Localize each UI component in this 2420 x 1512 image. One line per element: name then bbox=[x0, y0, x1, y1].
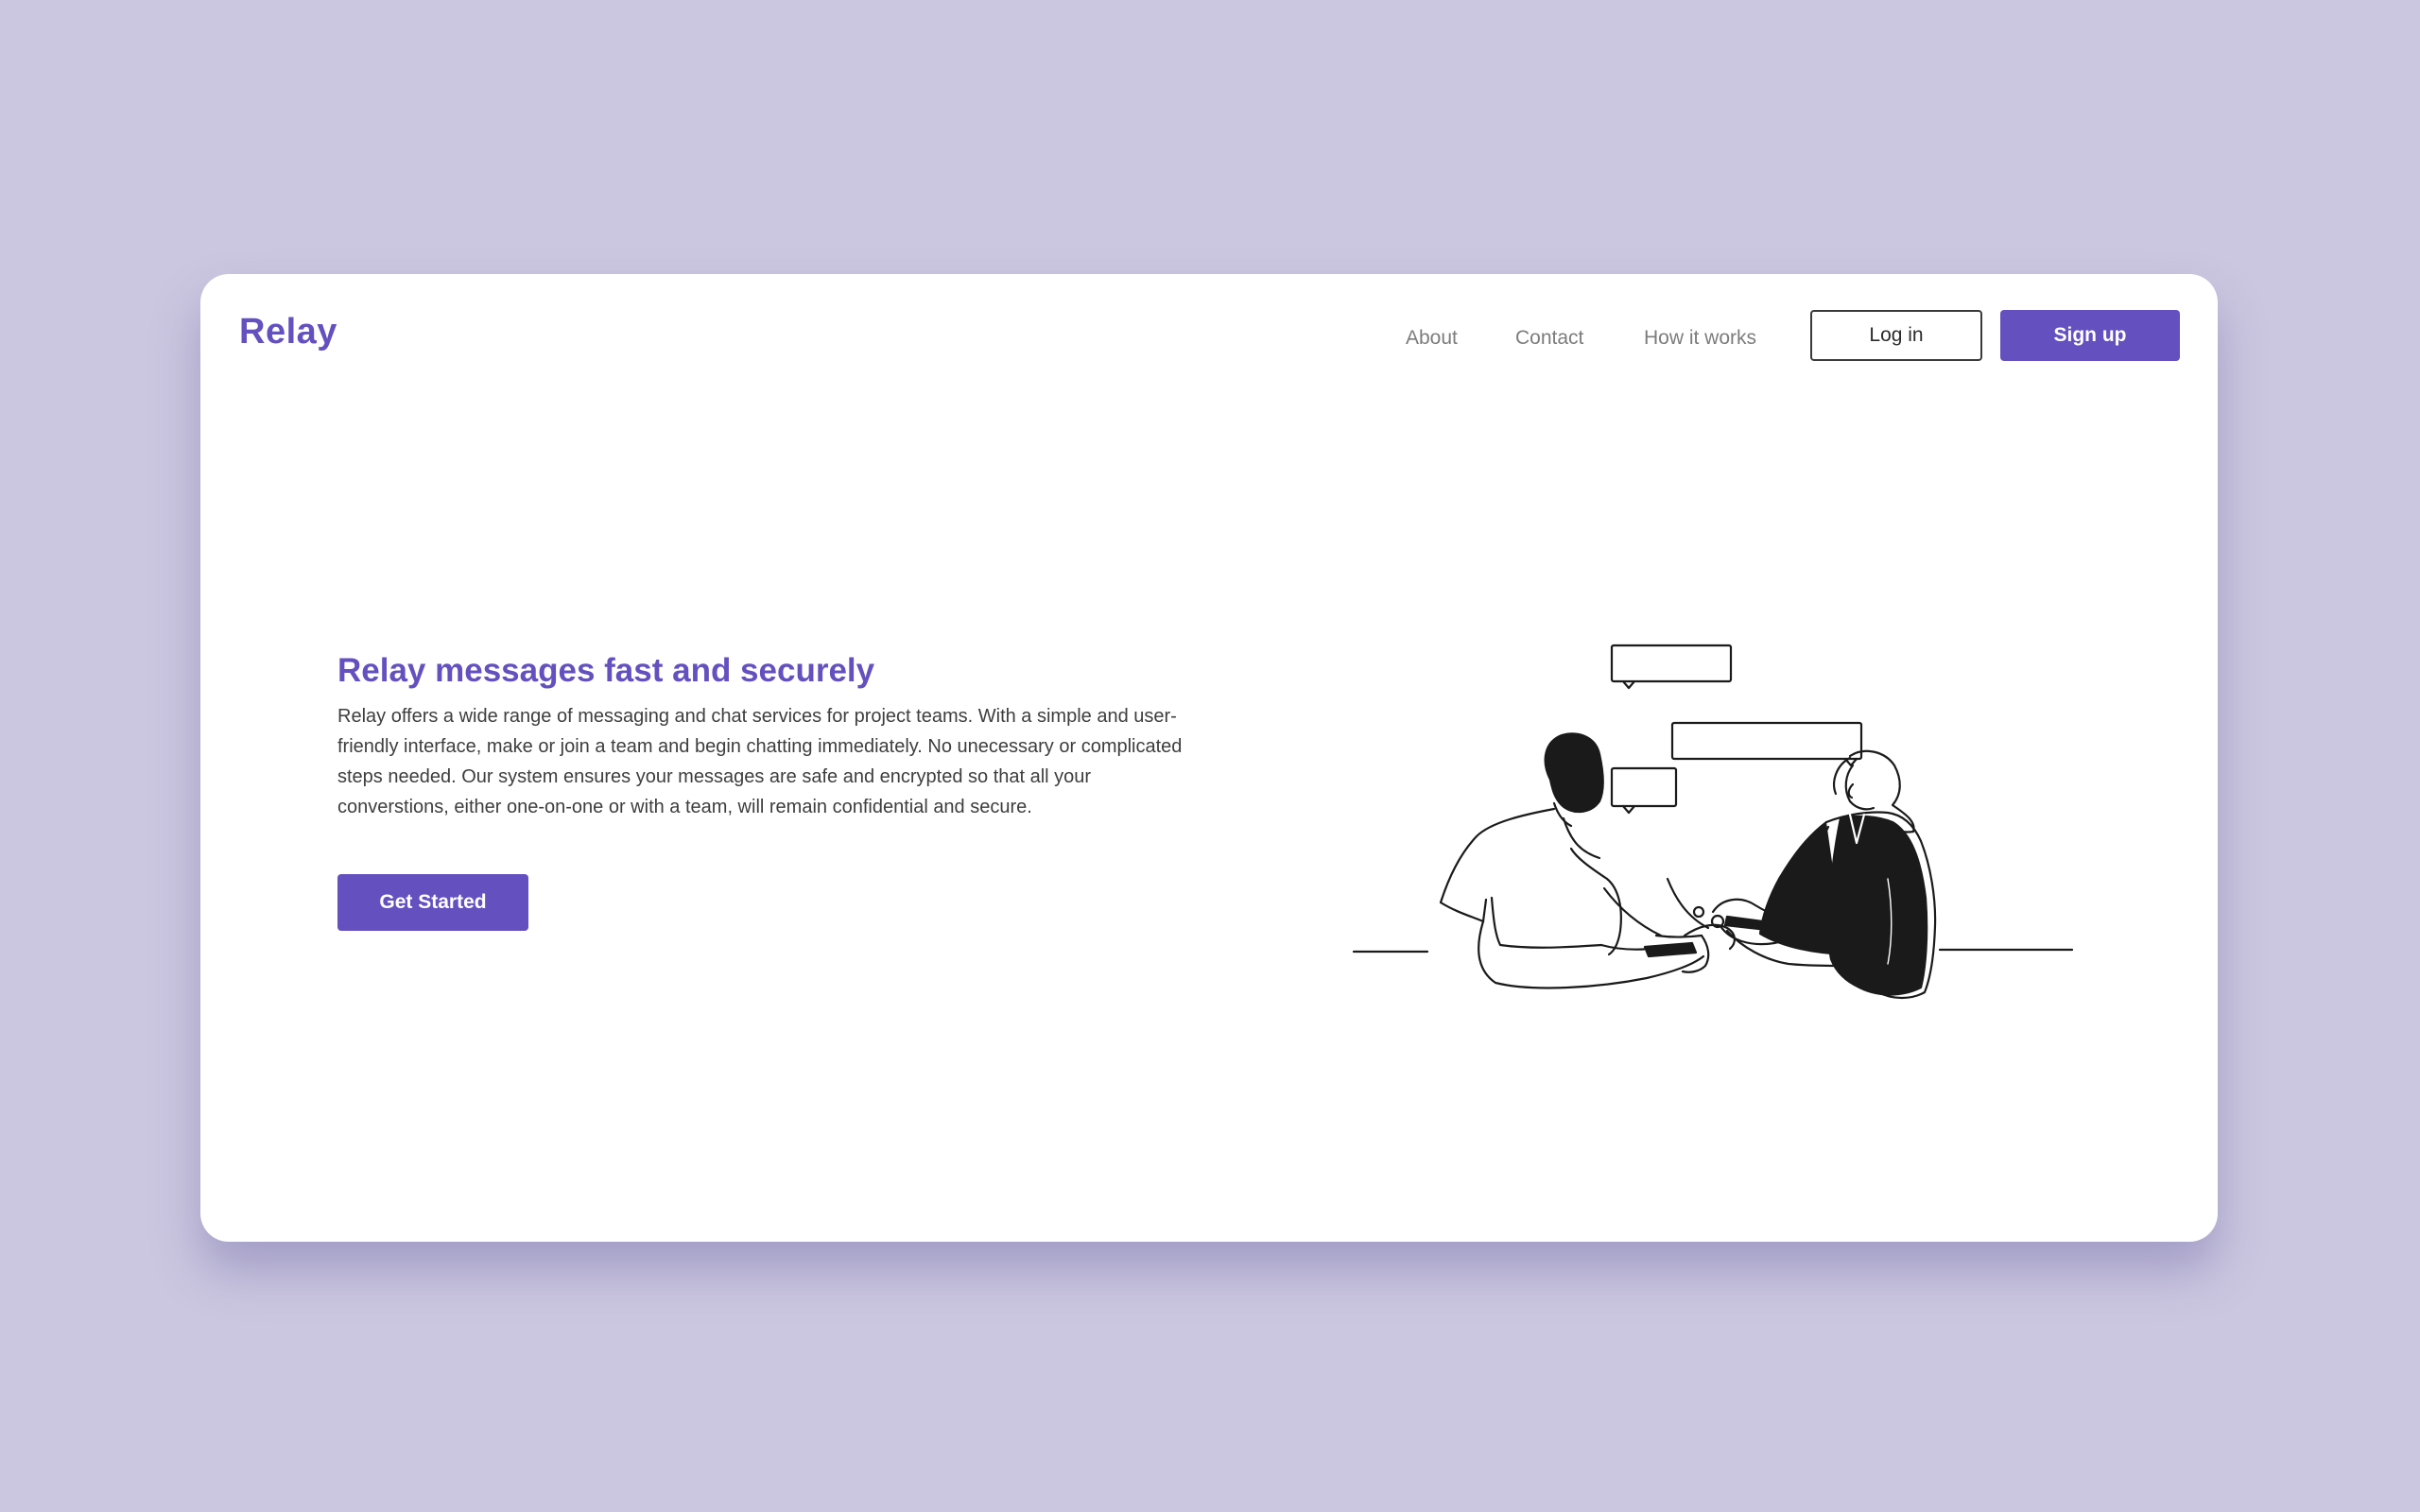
get-started-button[interactable]: Get Started bbox=[337, 874, 528, 931]
login-button[interactable]: Log in bbox=[1810, 310, 1982, 361]
hero-description: Relay offers a wide range of messaging a… bbox=[337, 706, 1183, 817]
nav-link-contact[interactable]: Contact bbox=[1515, 327, 1583, 350]
landing-card: Relay About Contact How it works Log in … bbox=[200, 274, 2218, 1242]
nav-link-about[interactable]: About bbox=[1406, 327, 1458, 350]
nav-link-how-it-works[interactable]: How it works bbox=[1644, 327, 1756, 350]
two-people-chatting-illustration-icon bbox=[1352, 644, 2074, 1000]
brand-logo[interactable]: Relay bbox=[239, 312, 337, 352]
speech-bubble-icon bbox=[1670, 721, 1863, 767]
speech-bubble-icon bbox=[1610, 644, 1733, 690]
hero-title: Relay messages fast and securely bbox=[337, 652, 875, 689]
signup-button[interactable]: Sign up bbox=[2000, 310, 2180, 361]
speech-bubble-icon bbox=[1610, 766, 1678, 815]
